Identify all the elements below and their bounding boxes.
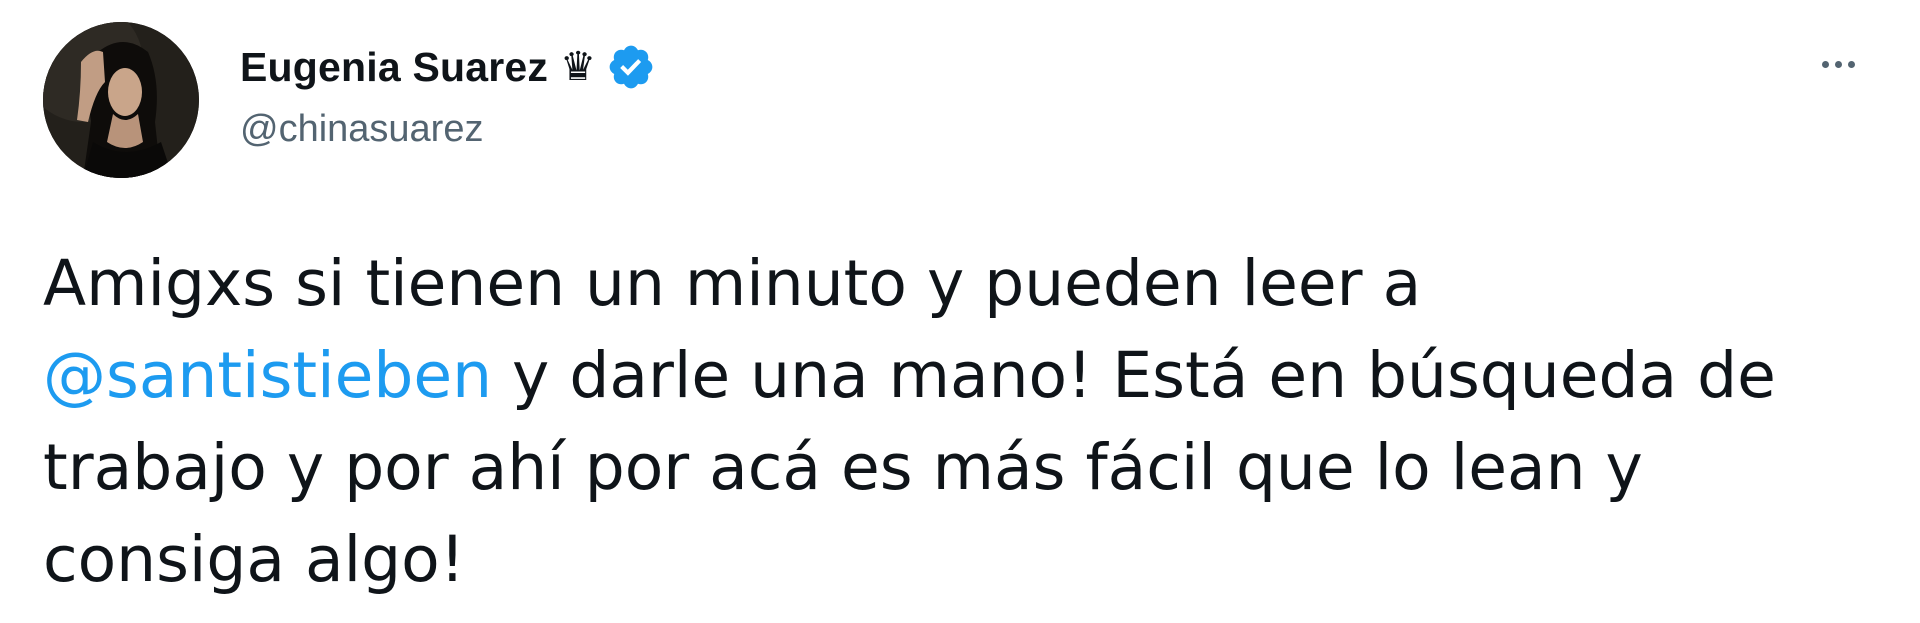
avatar[interactable] — [43, 22, 199, 178]
author-name-row[interactable]: Eugenia Suarez ♛ — [240, 38, 656, 96]
tweet-text-line-1: Amigxs si tienen un minuto y pueden leer… — [43, 238, 1863, 330]
tweet-text-line-4: consiga algo! — [43, 514, 1863, 606]
mention-link[interactable]: @santistieben — [43, 339, 492, 412]
author-display-name[interactable]: Eugenia Suarez — [240, 44, 548, 91]
more-dot-icon — [1834, 60, 1842, 68]
author-handle[interactable]: @chinasuarez — [240, 108, 483, 151]
tweet-text-segment: trabajo y por ahí por acá es más fácil q… — [43, 431, 1643, 504]
tweet-text-line-3: trabajo y por ahí por acá es más fácil q… — [43, 422, 1863, 514]
crown-emoji-icon: ♛ — [560, 45, 596, 89]
tweet-text-segment: Amigxs si tienen un minuto y pueden leer… — [43, 247, 1422, 320]
more-dot-icon — [1847, 60, 1855, 68]
tweet-text-segment: consiga algo! — [43, 523, 465, 596]
verified-badge-icon — [606, 42, 656, 92]
avatar-photo-icon — [43, 22, 199, 178]
tweet-text-line-2: @santistieben y darle una mano! Está en … — [43, 330, 1863, 422]
more-dot-icon — [1821, 60, 1829, 68]
tweet-text-segment: y darle una mano! Está en búsqueda de — [492, 339, 1776, 412]
tweet-text: Amigxs si tienen un minuto y pueden leer… — [43, 238, 1863, 606]
tweet-card: Eugenia Suarez ♛ @chinasuarez Amigxs si … — [0, 0, 1920, 623]
more-options-button[interactable] — [1808, 44, 1868, 84]
